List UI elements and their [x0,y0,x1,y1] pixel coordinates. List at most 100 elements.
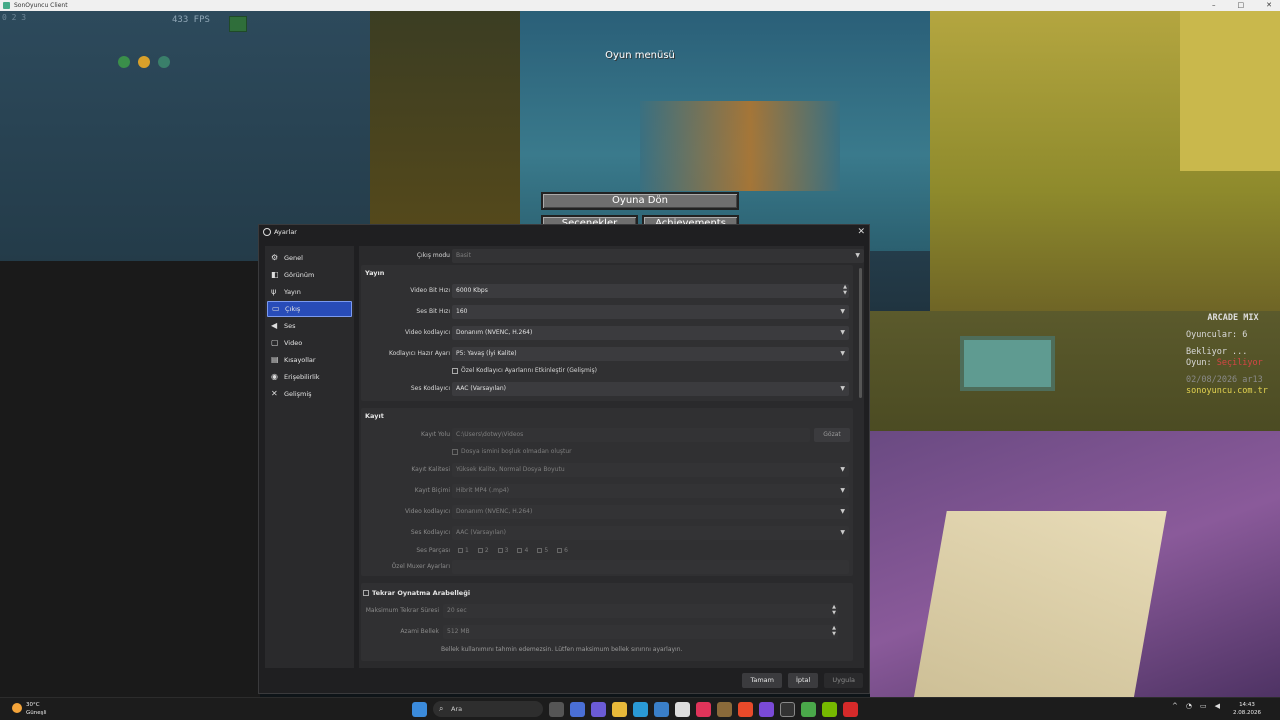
chevron-up-icon[interactable]: ^ [1172,702,1178,710]
replay-buffer-checkbox[interactable] [363,590,369,596]
sidebar-item-label: Erişebilirlik [284,373,320,381]
scoreboard-game: Oyun: Seçiliyor [1186,358,1280,369]
audio-bitrate-label: Ses Bit Hızı [416,308,450,315]
chevron-down-icon: ▼ [840,487,845,494]
sidebar-item-accessibility[interactable]: ◉ Erişebilirlik [267,369,352,385]
replay-buffer-checkbox-row[interactable]: Tekrar Oynatma Arabelleği [363,588,470,598]
dialog-close-button[interactable]: ✕ [857,225,865,239]
custom-encoder-checkbox[interactable] [452,367,458,374]
video-bitrate-spinbox[interactable]: 6000 Kbps ▲ ▼ [452,284,849,298]
sidebar-item-stream[interactable]: ψ Yayın [267,284,352,300]
scoreboard-waiting: Bekliyor ... [1186,347,1248,357]
replay-max-memory-row: Azami Bellek 512 MB ▲ ▼ [359,625,864,639]
video-bitrate-row: Video Bit Hızı 6000 Kbps ▲ ▼ [359,284,864,298]
muxer-settings-input[interactable] [452,560,849,574]
dialog-titlebar: Ayarlar ✕ [259,225,869,239]
discord-icon[interactable] [759,701,774,717]
monitor-tray-icon[interactable]: ▭ [1200,702,1207,710]
apply-button[interactable]: Uygula [824,673,863,688]
output-mode-value: Basit [456,252,471,259]
chevron-down-icon: ▼ [840,529,845,536]
stream-video-encoder-select[interactable]: Donanım (NVENC, H.264) ▼ [452,326,849,340]
sidebar-item-audio[interactable]: ◀ Ses [267,318,352,334]
scoreboard-game-value: Seçiliyor [1216,358,1263,368]
taskbar-search[interactable]: ⌕ Ara [433,701,543,717]
recording-audio-encoder-select[interactable]: AAC (Varsayılan) ▼ [452,526,849,540]
sidebar-item-output[interactable]: ▭ Çıkış [267,301,352,317]
muxer-settings-row: Özel Muxer Ayarları [359,560,864,574]
recording-video-encoder-select[interactable]: Donanım (NVENC, H.264) ▼ [452,505,849,519]
replay-max-memory-spinbox[interactable]: 512 MB ▲ ▼ [443,625,838,639]
teams-icon[interactable] [591,701,606,717]
weather-widget[interactable]: 30°C Güneşli [12,701,47,717]
palette-icon: ◧ [271,270,279,279]
dialog-title: Ayarlar [274,228,297,236]
track-checkbox-5[interactable]: 5 [537,544,548,558]
track-checkbox-1[interactable]: 1 [458,544,469,558]
track-checkbox-4[interactable]: 4 [517,544,528,558]
taskbar-clock[interactable]: 14:43 2.08.2026 [1233,701,1261,717]
volume-icon[interactable]: ◀ [1215,702,1220,710]
stream-audio-encoder-select[interactable]: AAC (Varsayılan) ▼ [452,382,849,396]
window-close-button[interactable]: ✕ [1266,0,1272,11]
track-label: 3 [504,547,509,554]
replay-buffer-title: Tekrar Oynatma Arabelleği [372,589,471,597]
recording-quality-row: Kayıt Kalitesi Yüksek Kalite, Normal Dos… [359,463,864,477]
notepad-icon[interactable] [675,701,690,717]
file-explorer-icon[interactable] [612,701,627,717]
no-space-checkbox[interactable] [452,448,458,455]
clock-time: 14:43 [1239,702,1255,708]
store-icon[interactable] [654,701,669,717]
recording-format-select[interactable]: Hibrit MP4 (.mp4) ▼ [452,484,849,498]
recording-quality-select[interactable]: Yüksek Kalite, Normal Dosya Boyutu ▼ [452,463,849,477]
task-view-icon[interactable] [549,701,564,717]
encoder-preset-select[interactable]: P5: Yavaş (İyi Kalite) ▼ [452,347,849,361]
no-space-checkbox-row[interactable]: Dosya ismini boşluk olmadan oluştur [452,447,572,457]
video-bitrate-value: 6000 Kbps [456,287,488,294]
sidebar-item-appearance[interactable]: ◧ Görünüm [267,267,352,283]
stream-audio-encoder-row: Ses Kodlayıcı AAC (Varsayılan) ▼ [359,382,864,396]
custom-encoder-checkbox-row[interactable]: Özel Kodlayıcı Ayarlarını Etkinleştir (G… [452,366,597,376]
browse-button[interactable]: Gözat [814,428,850,442]
return-to-game-button[interactable]: Oyuna Dön [541,192,739,210]
track-checkbox-6[interactable]: 6 [557,544,568,558]
recording-audio-encoder-row: Ses Kodlayıcı AAC (Varsayılan) ▼ [359,526,864,540]
nvidia-icon[interactable] [822,701,837,717]
sidebar-item-advanced[interactable]: ✕ Gelişmiş [267,386,352,402]
sonoyuncu-icon[interactable] [801,701,816,717]
checkbox-box [458,548,463,553]
chrome-icon[interactable] [738,701,753,717]
recording-path-input[interactable]: C:\Users\dotwy\Videos [452,428,810,442]
minecraft-icon[interactable] [717,701,732,717]
ok-button[interactable]: Tamam [742,673,782,688]
sidebar-item-video[interactable]: ▢ Video [267,335,352,351]
track-checkbox-3[interactable]: 3 [497,544,509,558]
sidebar-item-label: Video [284,339,303,347]
wifi-icon[interactable]: ◔ [1186,702,1192,710]
scoreboard-date: 02/08/2026 ar13 [1186,375,1263,385]
content-scrollbar[interactable] [859,268,862,398]
track-checkbox-2[interactable]: 2 [477,544,489,558]
sidebar-item-general[interactable]: ⚙ Genel [267,250,352,266]
start-icon[interactable] [412,701,427,717]
maximize-button[interactable]: □ [1238,0,1245,11]
sidebar-item-label: Çıkış [285,305,301,313]
output-mode-select[interactable]: Basit ▼ [452,249,864,263]
obs-taskbar-icon[interactable] [780,701,795,717]
minimize-button[interactable]: – [1212,0,1216,11]
track-label: 6 [564,547,568,554]
replay-max-time-spinbox[interactable]: 20 sec ▲ ▼ [443,604,838,618]
copilot-icon[interactable] [570,701,585,717]
music-icon[interactable] [696,701,711,717]
audio-bitrate-select[interactable]: 160 ▼ [452,305,849,319]
sidebar-item-hotkeys[interactable]: ▤ Kısayollar [267,352,352,368]
cancel-button[interactable]: İptal [787,673,819,688]
sidebar-item-label: Ses [284,322,296,330]
video-bitrate-label: Video Bit Hızı [410,287,450,294]
audio-tracks-row: Ses Parçası 1 2 3 4 5 6 [359,544,864,558]
gear-icon: ⚙ [271,253,279,262]
edge-icon[interactable] [633,701,648,717]
track-label: 4 [524,547,529,554]
sidebar-item-label: Genel [284,254,303,262]
adobe-icon[interactable] [843,701,858,717]
